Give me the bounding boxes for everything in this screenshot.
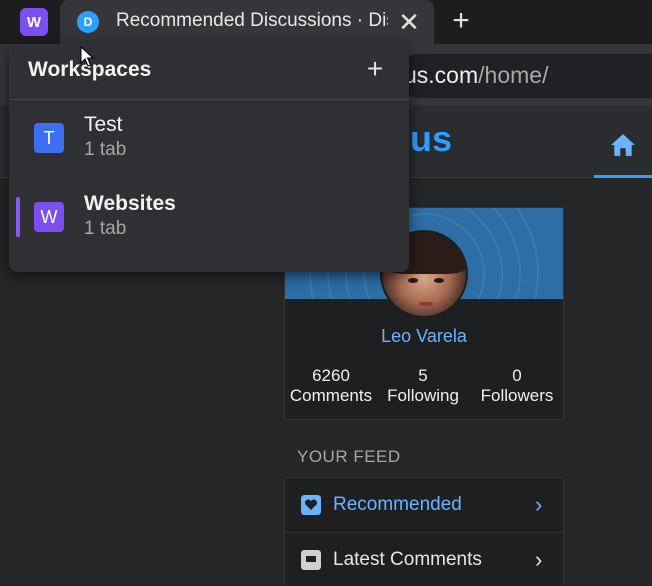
home-nav-tab[interactable] — [594, 110, 652, 178]
profile-name[interactable]: Leo Varela — [285, 326, 563, 347]
workspaces-header: Workspaces + — [9, 44, 409, 100]
disqus-favicon-icon: D — [77, 11, 99, 33]
workspace-item-test[interactable]: T Test 1 tab — [9, 101, 409, 175]
avatar-eye — [434, 278, 444, 283]
mouse-cursor-icon — [80, 46, 94, 67]
address-bar-url[interactable]: us.com/home/ — [404, 62, 548, 89]
site-logo[interactable]: us — [410, 118, 452, 160]
stat-value: 6260 — [312, 366, 350, 385]
stat-value: 0 — [512, 366, 522, 385]
workspace-badge: T — [34, 123, 64, 153]
workspace-name: Websites — [84, 192, 176, 215]
avatar-mouth — [419, 302, 433, 306]
stat-label: Following — [387, 386, 459, 405]
feed-item-recommended[interactable]: Recommended › — [284, 477, 564, 533]
stat-label: Comments — [289, 386, 373, 405]
home-icon — [611, 134, 635, 156]
workspaces-popup: Workspaces + T Test 1 tab W Websites 1 t… — [9, 44, 409, 272]
browser-window: { "tabstrip": { "workspace_button_label"… — [0, 0, 652, 586]
tab-title: Recommended Discussions · Disqus — [116, 10, 388, 31]
workspace-tab-count: 1 tab — [84, 218, 127, 239]
avatar-eye — [408, 278, 418, 283]
workspace-tab-count: 1 tab — [84, 139, 127, 160]
stat-value: 5 — [418, 366, 428, 385]
url-host: us.com — [404, 62, 479, 88]
new-tab-button[interactable]: + — [446, 6, 476, 36]
feed-item-label: Latest Comments — [333, 549, 482, 570]
tab-strip: W D Recommended Discussions · Disqus ✕ + — [0, 0, 652, 44]
stat-label: Followers — [480, 386, 554, 405]
feed-item-latest-comments[interactable]: Latest Comments › — [284, 532, 564, 586]
chevron-right-icon: › — [535, 492, 543, 517]
workspaces-button[interactable]: W — [20, 8, 48, 36]
stat-comments[interactable]: 6260 Comments — [285, 366, 377, 406]
comment-icon — [301, 550, 321, 570]
heart-icon — [301, 495, 321, 515]
workspace-item-websites[interactable]: W Websites 1 tab — [9, 180, 409, 254]
feed-item-label: Recommended — [333, 494, 462, 515]
stat-followers[interactable]: 0 Followers — [471, 366, 563, 406]
add-workspace-button[interactable]: + — [361, 54, 389, 84]
workspace-name: Test — [84, 113, 123, 136]
workspace-badge: W — [34, 202, 64, 232]
url-path: /home/ — [478, 62, 549, 88]
active-workspace-indicator — [16, 197, 20, 237]
browser-tab-active[interactable]: D Recommended Discussions · Disqus ✕ — [60, 0, 434, 44]
stat-following[interactable]: 5 Following — [377, 366, 469, 406]
close-tab-icon[interactable]: ✕ — [396, 8, 422, 36]
chevron-right-icon: › — [535, 547, 543, 572]
feed-heading: YOUR FEED — [297, 447, 401, 466]
